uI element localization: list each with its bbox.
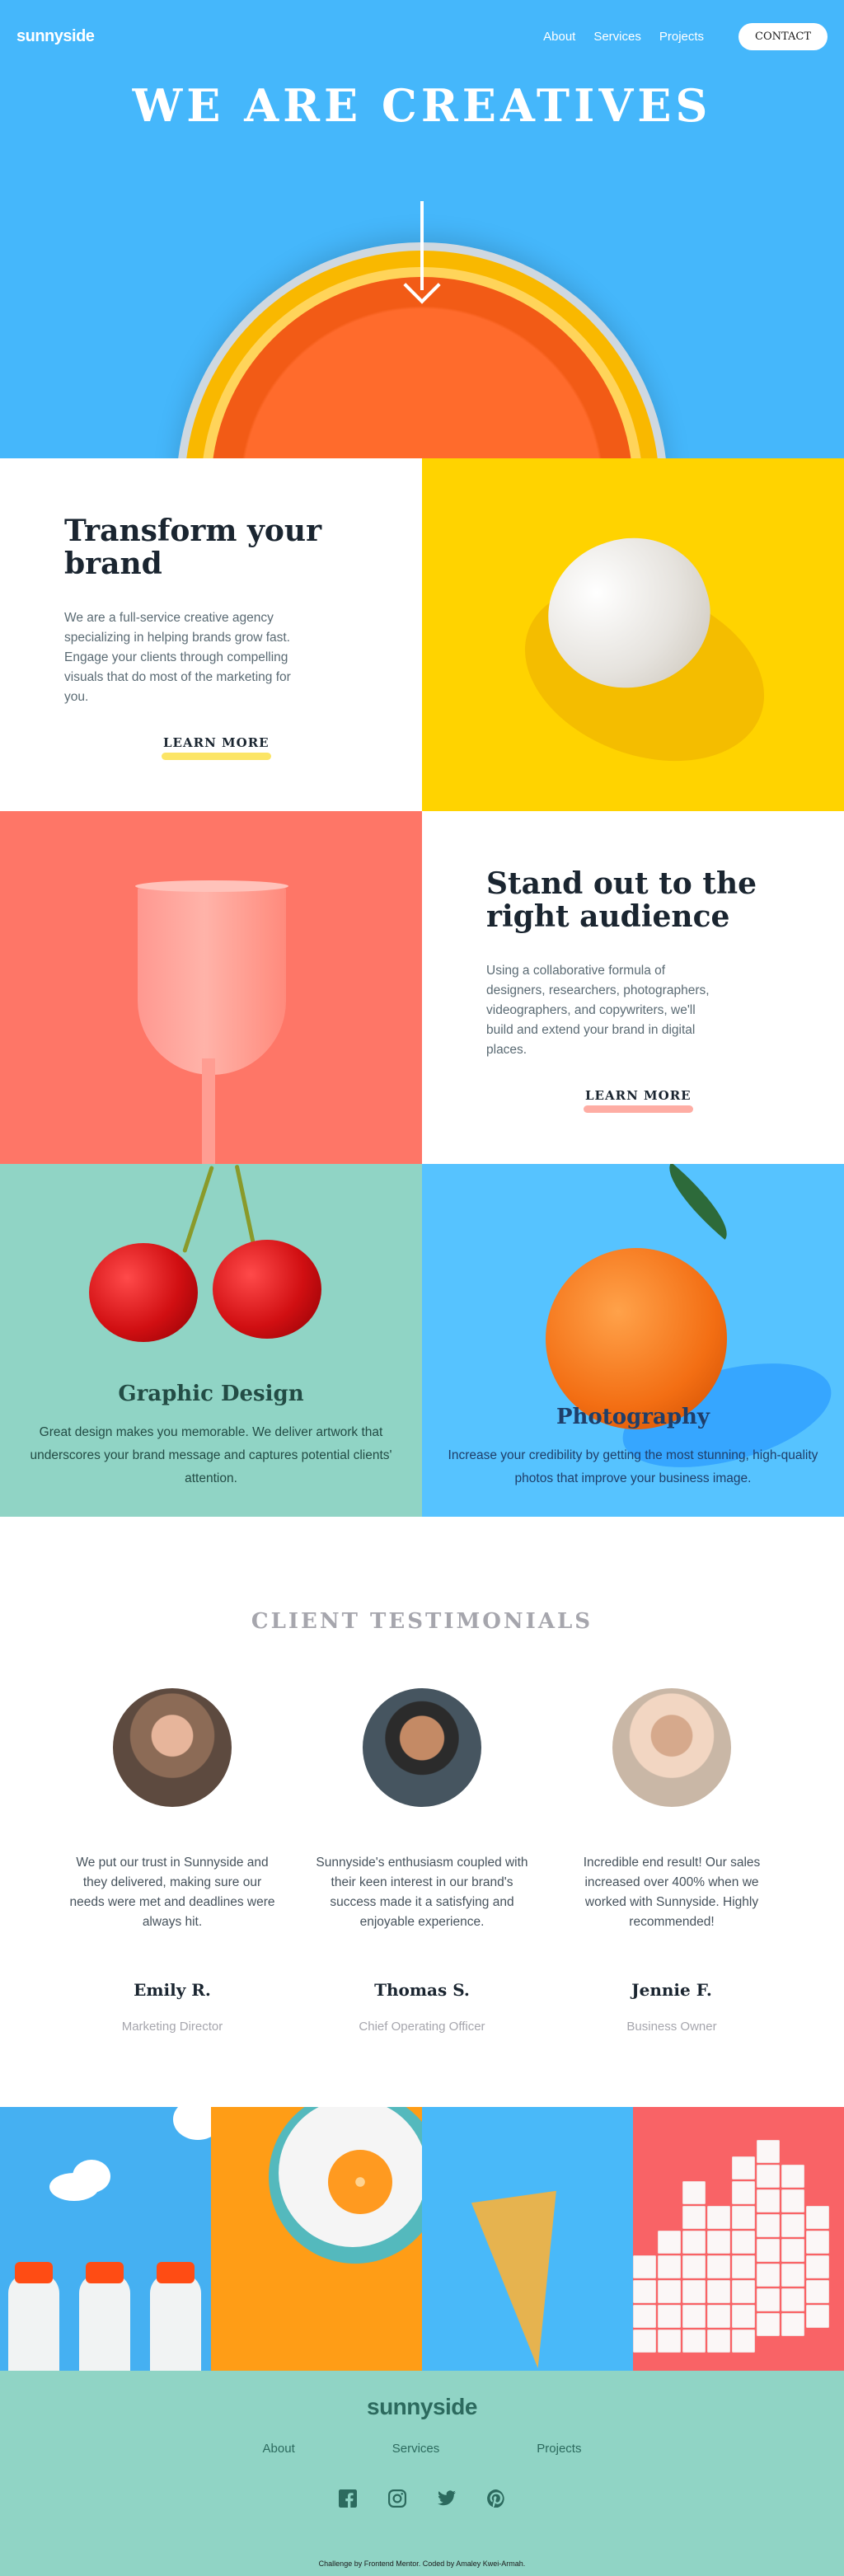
pinterest-icon[interactable] xyxy=(487,2489,505,2508)
service-title: Graphic Design xyxy=(118,1382,304,1406)
logo[interactable]: sunnyside xyxy=(16,27,95,46)
gallery-section xyxy=(0,2107,844,2371)
gallery-sugar-cubes-image xyxy=(633,2107,844,2371)
testimonials-section: CLIENT TESTIMONIALS We put our trust in … xyxy=(0,1517,844,2107)
feature-stand-out: Stand out to the right audience Using a … xyxy=(0,811,844,1164)
gallery-milk-bottles-image xyxy=(0,2107,211,2371)
testimonial-card: We put our trust in Sunnyside and they d… xyxy=(64,1688,280,2034)
service-title: Photography xyxy=(556,1405,710,1429)
instagram-icon[interactable] xyxy=(388,2489,406,2508)
feature-body: We are a full-service creative agency sp… xyxy=(64,611,291,704)
facebook-icon[interactable] xyxy=(339,2489,357,2508)
testimonials-grid: We put our trust in Sunnyside and they d… xyxy=(0,1688,844,2034)
egg-image xyxy=(422,458,844,811)
footer-link-projects[interactable]: Projects xyxy=(537,2442,581,2456)
footer-link-about[interactable]: About xyxy=(263,2442,295,2456)
gallery-plate-orange-image xyxy=(211,2107,422,2371)
nav-link-projects[interactable]: Projects xyxy=(659,30,704,44)
attribution-text: Challenge by Frontend Mentor. Coded by A… xyxy=(318,2560,526,2568)
nav-link-about[interactable]: About xyxy=(543,30,575,44)
nav-link-services[interactable]: Services xyxy=(593,30,641,44)
gallery-ice-cream-cone-image xyxy=(422,2107,633,2371)
feature-text: Stand out to the right audience Using a … xyxy=(422,811,844,1164)
service-caption: Graphic Design Great design makes you me… xyxy=(0,1382,422,1490)
avatar xyxy=(363,1688,481,1807)
footer-logo[interactable]: sunnyside xyxy=(0,2394,844,2420)
testimonial-role: Chief Operating Officer xyxy=(359,2020,485,2034)
hero-title: WE ARE CREATIVES xyxy=(132,79,712,132)
testimonial-name: Thomas S. xyxy=(374,1980,470,2000)
footer-link-services[interactable]: Services xyxy=(392,2442,440,2456)
service-body: Increase your credibility by getting the… xyxy=(448,1448,818,1485)
testimonial-role: Business Owner xyxy=(626,2020,717,2034)
footer-links: About Services Projects xyxy=(0,2442,844,2456)
footer: sunnyside About Services Projects Challe… xyxy=(0,2371,844,2576)
social-links xyxy=(0,2489,844,2508)
service-caption: Photography Increase your credibility by… xyxy=(422,1405,844,1490)
learn-more-link[interactable]: LEARN MORE xyxy=(162,735,271,760)
glass-image xyxy=(0,811,422,1164)
contact-button[interactable]: CONTACT xyxy=(738,22,828,50)
learn-more-label: LEARN MORE xyxy=(163,735,270,750)
service-photography: Photography Increase your credibility by… xyxy=(422,1164,844,1517)
main-nav: sunnyside About Services Projects CONTAC… xyxy=(0,0,844,73)
testimonial-quote: Incredible end result! Our sales increas… xyxy=(583,1856,761,1929)
link-underline xyxy=(584,1105,693,1113)
feature-body: Using a collaborative formula of designe… xyxy=(486,964,710,1057)
testimonial-name: Emily R. xyxy=(134,1980,211,2000)
avatar xyxy=(113,1688,232,1807)
service-body: Great design makes you memorable. We del… xyxy=(30,1425,392,1485)
testimonial-name: Jennie F. xyxy=(631,1980,712,2000)
nav-links: About Services Projects CONTACT xyxy=(543,22,828,50)
testimonial-role: Marketing Director xyxy=(121,2020,223,2034)
feature-transform: Transform your brand We are a full-servi… xyxy=(0,458,844,811)
learn-more-label: LEARN MORE xyxy=(585,1088,692,1103)
testimonial-card: Incredible end result! Our sales increas… xyxy=(564,1688,780,2034)
feature-title: Transform your brand xyxy=(64,514,322,581)
learn-more-link[interactable]: LEARN MORE xyxy=(584,1088,693,1113)
link-underline xyxy=(162,753,271,760)
services-section: Graphic Design Great design makes you me… xyxy=(0,1164,844,1517)
testimonials-heading: CLIENT TESTIMONIALS xyxy=(251,1609,593,1634)
service-graphic-design: Graphic Design Great design makes you me… xyxy=(0,1164,422,1517)
testimonial-card: Sunnyside's enthusiasm coupled with thei… xyxy=(314,1688,530,2034)
hero-section: sunnyside About Services Projects CONTAC… xyxy=(0,0,844,458)
avatar xyxy=(612,1688,731,1807)
feature-text: Transform your brand We are a full-servi… xyxy=(0,458,422,811)
feature-title: Stand out to the right audience xyxy=(486,866,757,934)
testimonial-quote: We put our trust in Sunnyside and they d… xyxy=(69,1856,275,1929)
twitter-icon[interactable] xyxy=(438,2489,456,2508)
testimonial-quote: Sunnyside's enthusiasm coupled with thei… xyxy=(316,1856,528,1929)
